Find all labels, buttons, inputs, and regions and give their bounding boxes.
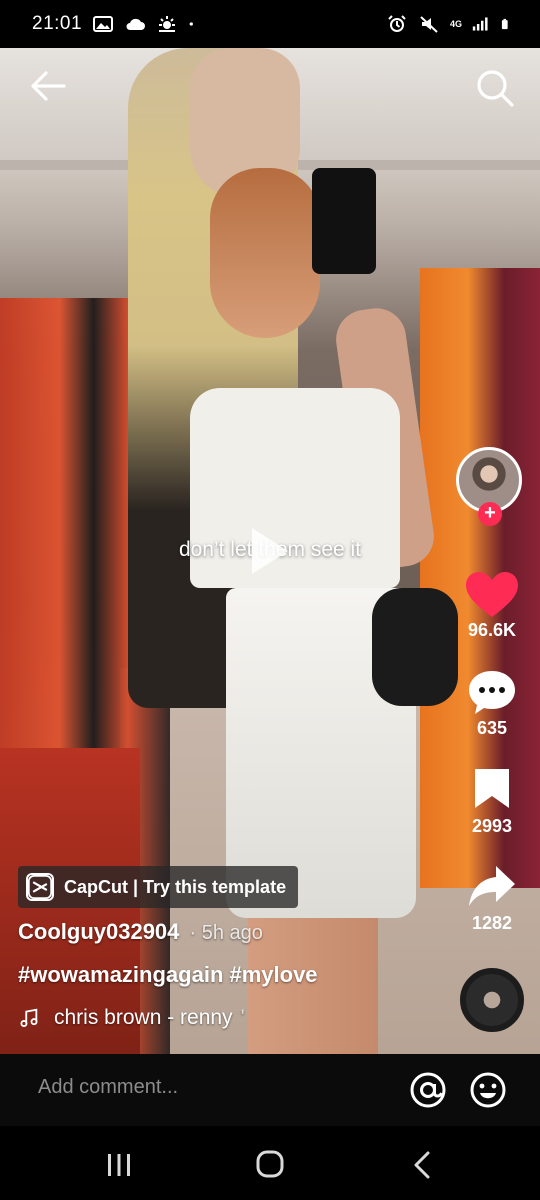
recents-icon[interactable] bbox=[102, 1152, 136, 1178]
author-name[interactable]: Coolguy032904 bbox=[18, 919, 179, 944]
comment-count: 635 bbox=[476, 718, 508, 738]
post-caption[interactable]: #wowamazingagain #mylove bbox=[18, 962, 318, 988]
sound-title-tail: ' bbox=[240, 1006, 245, 1029]
like-count: 96.6K bbox=[467, 620, 517, 640]
alarm-icon bbox=[388, 15, 406, 32]
back-nav-icon[interactable] bbox=[410, 1150, 434, 1180]
status-time: 21:01 bbox=[32, 13, 83, 34]
author-avatar-button[interactable]: + bbox=[456, 447, 528, 537]
search-icon[interactable] bbox=[470, 64, 520, 114]
sound-name: chris brown - renny ' bbox=[54, 1006, 245, 1030]
gallery-icon bbox=[93, 16, 114, 32]
network-label: 4G bbox=[449, 18, 462, 29]
mute-icon bbox=[420, 16, 438, 33]
save-count: 2993 bbox=[471, 816, 513, 836]
status-bar: 21:01 4G bbox=[0, 0, 540, 48]
signal-icon bbox=[472, 17, 488, 31]
weather-icon bbox=[159, 16, 176, 32]
post-time: · 5h ago bbox=[189, 922, 263, 944]
tiktok-screen: 21:01 4G don’t let see it + 96.6K 635 29… bbox=[0, 0, 540, 1200]
dot-icon bbox=[189, 22, 193, 26]
comment-input[interactable]: Add comment... bbox=[38, 1076, 178, 1099]
at-icon[interactable] bbox=[408, 1070, 448, 1110]
status-right: 4G bbox=[386, 15, 514, 33]
emoji-icon[interactable] bbox=[468, 1070, 508, 1110]
capcut-icon bbox=[26, 873, 54, 901]
music-note-icon bbox=[20, 1008, 38, 1027]
video-person-head bbox=[210, 168, 320, 338]
comment-bar: Add comment... bbox=[0, 1054, 540, 1126]
status-left: 21:01 bbox=[32, 13, 200, 35]
home-icon[interactable] bbox=[256, 1150, 284, 1178]
video-phone bbox=[312, 168, 376, 274]
follow-plus-icon[interactable]: + bbox=[478, 502, 502, 526]
system-nav-bar bbox=[0, 1126, 540, 1200]
share-icon[interactable] bbox=[466, 862, 518, 910]
battery-icon bbox=[501, 18, 508, 30]
heart-icon[interactable] bbox=[462, 570, 522, 620]
sound-title: chris brown - renny bbox=[54, 1006, 233, 1029]
music-disc-icon[interactable] bbox=[460, 968, 524, 1032]
bookmark-icon[interactable] bbox=[472, 766, 512, 810]
template-label: CapCut | Try this template bbox=[64, 876, 287, 897]
cloud-icon bbox=[126, 18, 146, 30]
video-bag bbox=[372, 588, 458, 706]
comment-icon[interactable] bbox=[466, 668, 518, 716]
sound-line[interactable]: chris brown - renny ' bbox=[18, 1006, 245, 1030]
back-arrow-icon[interactable] bbox=[26, 64, 70, 108]
capcut-template-chip[interactable]: CapCut | Try this template bbox=[18, 866, 299, 908]
play-icon[interactable] bbox=[248, 524, 292, 578]
author-line: Coolguy032904 · 5h ago bbox=[18, 919, 263, 945]
share-count: 1282 bbox=[471, 913, 513, 933]
